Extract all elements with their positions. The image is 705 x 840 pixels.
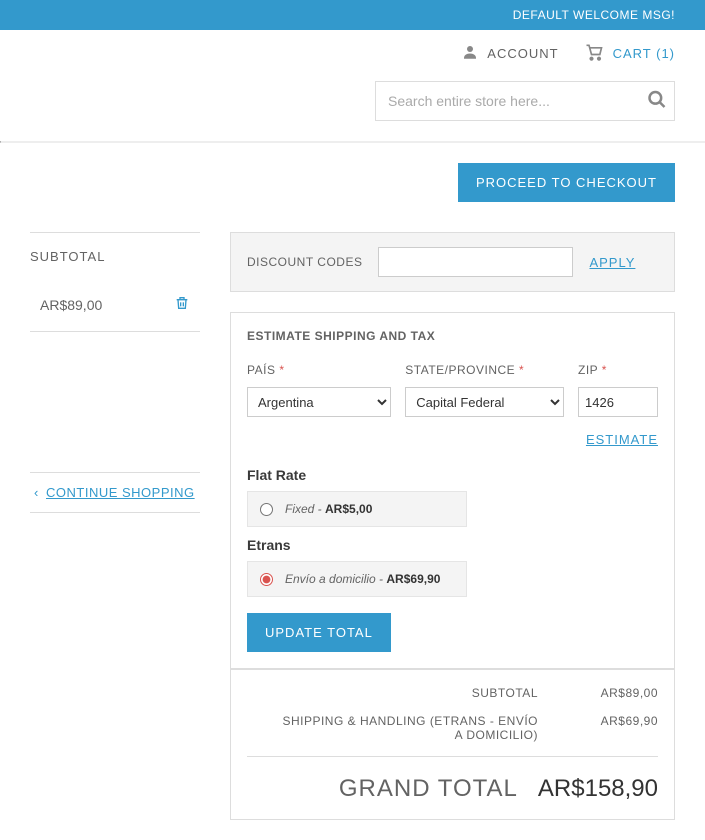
continue-shopping-link[interactable]: CONTINUE SHOPPING xyxy=(30,472,200,513)
cart-icon xyxy=(583,42,605,65)
estimate-row: ESTIMATE xyxy=(247,431,658,449)
discount-panel: DISCOUNT CODES APPLY xyxy=(230,232,675,292)
grand-total-line: GRAND TOTAL AR$158,90 xyxy=(247,756,658,803)
grand-total-value: AR$158,90 xyxy=(538,775,658,803)
discount-code-input[interactable] xyxy=(378,247,573,277)
main: PROCEED TO CHECKOUT SUBTOTAL AR$89,00 CO… xyxy=(0,143,705,840)
shipping-panel: ESTIMATE SHIPPING AND TAX PAÍS * Argenti… xyxy=(230,312,675,669)
update-total-button[interactable]: UPDATE TOTAL xyxy=(247,613,391,652)
welcome-message: DEFAULT WELCOME MSG! xyxy=(513,8,675,22)
cart-label: CART (1) xyxy=(613,46,675,61)
flat-rate-option[interactable]: Fixed - AR$5,00 xyxy=(247,491,467,527)
search-button[interactable] xyxy=(647,90,667,113)
account-link[interactable]: ACCOUNT xyxy=(461,43,558,64)
etrans-option[interactable]: Envío a domicilio - AR$69,90 xyxy=(247,561,467,597)
totals-shipping-line: SHIPPING & HANDLING (ETRANS - ENVÍO A DO… xyxy=(247,714,658,742)
search-icon xyxy=(647,90,667,110)
grand-total-label: GRAND TOTAL xyxy=(339,775,518,803)
country-label: PAÍS * xyxy=(247,363,391,377)
estimate-button[interactable]: ESTIMATE xyxy=(586,432,658,447)
subtotal-row: AR$89,00 xyxy=(30,294,200,315)
user-icon xyxy=(461,43,479,64)
sidebar-subtotal-value: AR$89,00 xyxy=(40,297,102,313)
totals-subtotal-label: SUBTOTAL xyxy=(472,686,538,700)
trash-icon xyxy=(174,294,190,312)
account-label: ACCOUNT xyxy=(487,46,558,61)
checkout-row: PROCEED TO CHECKOUT xyxy=(30,163,675,202)
columns: SUBTOTAL AR$89,00 CONTINUE SHOPPING DISC… xyxy=(30,232,675,820)
search-input[interactable] xyxy=(375,81,675,121)
totals-shipping-label: SHIPPING & HANDLING (ETRANS - ENVÍO A DO… xyxy=(278,714,538,742)
shipping-heading: ESTIMATE SHIPPING AND TAX xyxy=(247,329,658,343)
header-links: ACCOUNT CART (1) xyxy=(30,42,675,65)
sidebar-subtotal-block: SUBTOTAL AR$89,00 xyxy=(30,232,200,332)
remove-item-button[interactable] xyxy=(174,294,190,315)
sidebar: SUBTOTAL AR$89,00 CONTINUE SHOPPING xyxy=(30,232,200,820)
zip-label: ZIP * xyxy=(578,363,658,377)
flat-rate-radio[interactable] xyxy=(260,503,273,516)
zip-input[interactable] xyxy=(578,387,658,417)
search-wrap xyxy=(30,81,675,121)
flat-rate-label: Fixed - AR$5,00 xyxy=(285,502,372,516)
discount-label: DISCOUNT CODES xyxy=(247,255,362,269)
country-select[interactable]: Argentina xyxy=(247,387,391,417)
totals-subtotal-value: AR$89,00 xyxy=(568,686,658,700)
totals-subtotal-line: SUBTOTAL AR$89,00 xyxy=(247,686,658,700)
etrans-title: Etrans xyxy=(247,537,658,553)
totals-panel: SUBTOTAL AR$89,00 SHIPPING & HANDLING (E… xyxy=(230,669,675,820)
state-field: STATE/PROVINCE * Capital Federal xyxy=(405,363,564,417)
etrans-radio[interactable] xyxy=(260,573,273,586)
shipping-form-row: PAÍS * Argentina STATE/PROVINCE * Capita… xyxy=(247,363,658,417)
header: ACCOUNT CART (1) xyxy=(0,30,705,141)
state-select[interactable]: Capital Federal xyxy=(405,387,564,417)
search-box xyxy=(375,81,675,121)
top-welcome-bar: DEFAULT WELCOME MSG! xyxy=(0,0,705,30)
shipping-methods: Flat Rate Fixed - AR$5,00 Etrans Envío a… xyxy=(247,467,658,597)
totals-shipping-value: AR$69,90 xyxy=(568,714,658,742)
zip-field: ZIP * xyxy=(578,363,658,417)
flat-rate-title: Flat Rate xyxy=(247,467,658,483)
state-label: STATE/PROVINCE * xyxy=(405,363,564,377)
etrans-label: Envío a domicilio - AR$69,90 xyxy=(285,572,440,586)
content: DISCOUNT CODES APPLY ESTIMATE SHIPPING A… xyxy=(230,232,675,820)
cart-link[interactable]: CART (1) xyxy=(583,42,675,65)
sidebar-subtotal-label: SUBTOTAL xyxy=(30,249,200,264)
apply-button[interactable]: APPLY xyxy=(589,255,635,270)
country-field: PAÍS * Argentina xyxy=(247,363,391,417)
proceed-checkout-button[interactable]: PROCEED TO CHECKOUT xyxy=(458,163,675,202)
